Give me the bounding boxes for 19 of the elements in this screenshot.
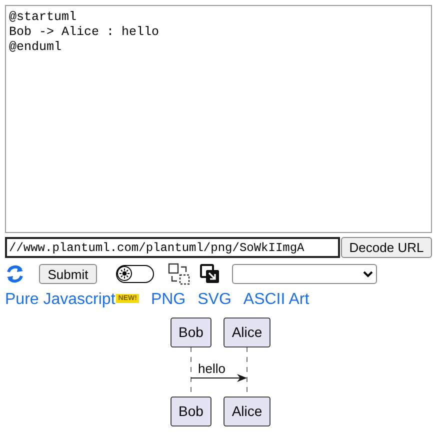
format-link[interactable]: PNG	[150, 291, 186, 309]
participant-box: Alice	[224, 396, 270, 426]
format-link[interactable]: ASCII Art	[243, 291, 310, 309]
decode-url-button[interactable]: Decode URL	[341, 237, 432, 258]
participant-box: Bob	[170, 396, 212, 426]
sun-icon	[119, 268, 130, 279]
external-window-icon[interactable]	[200, 264, 220, 284]
format-link[interactable]: SVG	[198, 291, 232, 309]
theme-toggle[interactable]	[116, 265, 154, 283]
code-editor[interactable]: @startuml Bob -> Alice : hello @enduml	[5, 5, 432, 233]
submit-button[interactable]: Submit	[39, 264, 97, 284]
message-label: hello	[198, 361, 226, 376]
message-arrow	[190, 374, 247, 382]
refresh-icon[interactable]	[5, 264, 25, 284]
url-field[interactable]: //www.plantuml.com/plantuml/png/SoWkIImgA	[5, 237, 340, 258]
swap-layout-icon[interactable]	[168, 263, 190, 285]
participant-box: Bob	[170, 318, 212, 348]
format-select[interactable]	[232, 264, 377, 284]
participant-box: Alice	[224, 318, 270, 348]
